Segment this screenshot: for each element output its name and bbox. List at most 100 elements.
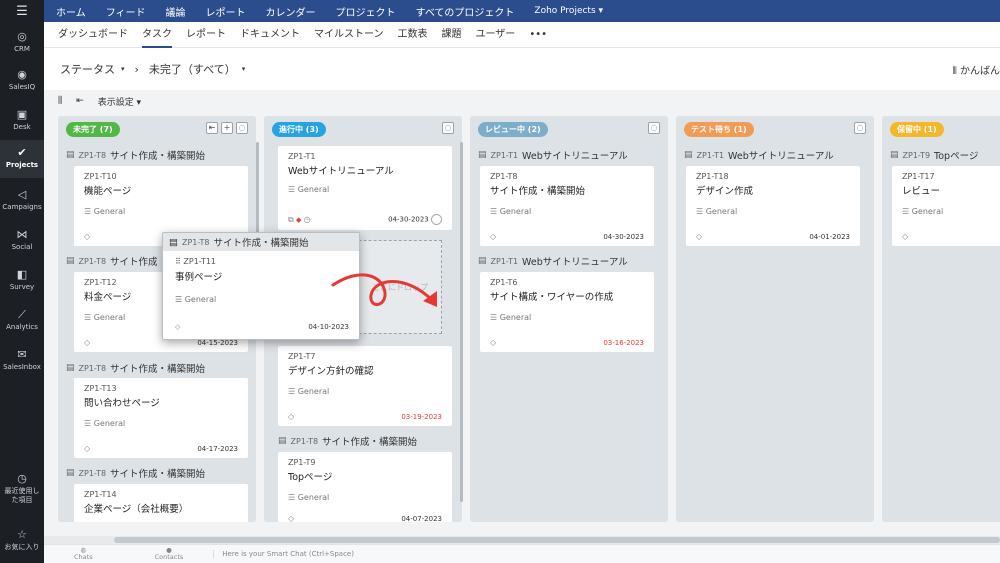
- tab-issues[interactable]: 課題: [442, 22, 462, 48]
- chevron-down-icon: ▾: [121, 65, 125, 73]
- tag-icon[interactable]: ◇: [490, 232, 496, 241]
- kanban-view-toggle[interactable]: ⫴ かんばん: [953, 62, 1000, 77]
- rail-item-projects[interactable]: ✔ Projects: [0, 140, 44, 178]
- topnav-home[interactable]: ホーム: [56, 4, 86, 19]
- column-label-on-hold: 保留中 (1): [890, 121, 944, 137]
- task-card[interactable]: ZP1-T17 レビュー ☰ General ◇: [892, 166, 1000, 246]
- rail-item-salesinbox[interactable]: ✉ SalesInbox: [0, 348, 44, 372]
- topnav-projects[interactable]: プロジェクト: [336, 4, 396, 19]
- tab-tasks[interactable]: タスク: [142, 22, 172, 48]
- task-card[interactable]: ZP1-T9 Topページ ☰ General ◇ 04-07-2023: [278, 452, 452, 522]
- rail-item-favorites[interactable]: ☆ お気に入り: [0, 528, 44, 552]
- tab-users[interactable]: ユーザー: [476, 22, 516, 48]
- collapse-icon[interactable]: ⇤: [76, 96, 84, 106]
- column-settings-icon[interactable]: ◌: [648, 122, 660, 134]
- display-settings-button[interactable]: 表示設定 ▾: [98, 95, 141, 108]
- task-card[interactable]: ZP1-T6 サイト構成・ワイヤーの作成 ☰ General ◇ 03-16-20…: [480, 272, 654, 352]
- task-card[interactable]: ZP1-T18 デザイン作成 ☰ General ◇ 04-01-2023: [686, 166, 860, 246]
- tab-timesheet[interactable]: 工数表: [398, 22, 428, 48]
- top-navigation: ホーム フィード 議論 レポート カレンダー プロジェクト すべてのプロジェクト…: [44, 0, 1000, 22]
- rail-item-survey[interactable]: ◧ Survey: [0, 268, 44, 292]
- tasklist-icon: ☰: [288, 387, 298, 396]
- column-settings-icon[interactable]: ◌: [236, 122, 248, 134]
- tag-icon[interactable]: ◇: [490, 338, 496, 347]
- project-tabs: ダッシュボード タスク レポート ドキュメント マイルストーン 工数表 課題 ユ…: [44, 22, 1000, 48]
- tag-icon[interactable]: ◇: [84, 232, 90, 241]
- subtask-icon[interactable]: ⧉: [288, 215, 294, 224]
- tasklist-icon: ☰: [84, 313, 94, 322]
- chats-button[interactable]: ◍ Chats: [74, 547, 93, 561]
- tasklist-icon: ☰: [288, 493, 298, 502]
- timer-icon[interactable]: ◷: [304, 215, 311, 224]
- column-settings-icon[interactable]: ◌: [854, 122, 866, 134]
- tab-milestones[interactable]: マイルストーン: [314, 22, 384, 48]
- smart-chat-input[interactable]: Here is your Smart Chat (Ctrl+Space): [213, 550, 354, 558]
- topnav-feed[interactable]: フィード: [106, 4, 146, 19]
- column-label-test: テスト待ち (1): [684, 121, 754, 137]
- task-group[interactable]: ▤ ZP1-T1 Webサイトリニューアル: [478, 254, 628, 268]
- tasklist-icon: ☰: [84, 419, 94, 428]
- task-group[interactable]: ▤ ZP1-T8 サイト作成・構築開始: [66, 148, 205, 162]
- menu-toggle-icon[interactable]: ☰: [0, 0, 44, 22]
- rail-item-campaigns[interactable]: ◁ Campaigns: [0, 188, 44, 212]
- view-filter[interactable]: 未完了（すべて）: [149, 61, 236, 77]
- task-card[interactable]: ZP1-T8 サイト作成・構築開始 ☰ General ◇ 04-30-2023: [480, 166, 654, 246]
- rail-item-recent[interactable]: ◷ 最近使用した項目: [0, 472, 44, 505]
- avatar[interactable]: [431, 214, 442, 225]
- task-group[interactable]: ▤ ZP1-T1 Webサイトリニューアル: [478, 148, 628, 162]
- portal-switcher[interactable]: Zoho Projects ▾: [534, 6, 603, 16]
- column-review: レビュー中 (2) ◌ ▤ ZP1-T1 Webサイトリニューアル ZP1-T8 サ…: [470, 116, 668, 522]
- task-card[interactable]: ZP1-T7 デザイン方針の確認 ☰ General ◇ 03-19-2023: [278, 346, 452, 426]
- tag-icon[interactable]: ◇: [288, 412, 294, 421]
- tag-icon[interactable]: ◇: [696, 232, 702, 241]
- star-icon: ☆: [17, 528, 27, 541]
- rail-item-desk[interactable]: ▣ Desk: [0, 108, 44, 132]
- rail-item-salesiq[interactable]: ◉ SalesIQ: [0, 68, 44, 92]
- tasklist-icon: ☰: [175, 295, 185, 304]
- bottom-bar: ◍ Chats ● Contacts Here is your Smart Chat…: [44, 544, 1000, 563]
- task-group[interactable]: ▤ ZP1-T8 サイト作成・構築開始: [66, 361, 205, 375]
- topnav-all-projects[interactable]: すべてのプロジェクト: [416, 4, 515, 19]
- tab-documents[interactable]: ドキュメント: [240, 22, 300, 48]
- task-group[interactable]: ▤ ZP1-T8 サイト作成・構築開始: [278, 434, 417, 448]
- task-group[interactable]: ▤ ZP1-T9 Topページ: [890, 148, 978, 162]
- clipboard-icon: ▤: [478, 150, 487, 160]
- rail-item-social[interactable]: ⋈ Social: [0, 228, 44, 252]
- clipboard-icon: ▤: [66, 256, 75, 266]
- tag-icon[interactable]: ◇: [288, 514, 294, 522]
- task-group[interactable]: ▤ ZP1-T8 サイト作成: [66, 254, 158, 268]
- status-filter[interactable]: ステータス: [60, 61, 115, 77]
- contacts-button[interactable]: ● Contacts: [155, 547, 184, 561]
- tag-icon[interactable]: ◇: [175, 323, 180, 331]
- tasklist-icon: ☰: [902, 207, 912, 216]
- tag-icon[interactable]: ◇: [84, 338, 90, 347]
- tasklist-icon: ☰: [288, 185, 298, 194]
- column-settings-icon[interactable]: ◌: [442, 122, 454, 134]
- collapse-column-icon[interactable]: ⇤: [206, 122, 218, 134]
- topnav-discussions[interactable]: 議論: [166, 4, 186, 19]
- tab-dashboard[interactable]: ダッシュボード: [58, 22, 128, 48]
- rail-item-analytics[interactable]: ⟋ Analytics: [0, 308, 44, 332]
- chevron-down-icon: ▾: [241, 65, 246, 73]
- topnav-reports[interactable]: レポート: [206, 4, 246, 19]
- tag-icon[interactable]: ◇: [84, 444, 90, 453]
- columns-icon[interactable]: ⫼: [58, 96, 62, 106]
- tag-icon[interactable]: ◇: [902, 232, 908, 241]
- filter-bar: ステータス ▾ › 未完了（すべて） ▾ ⫴ かんばん: [44, 48, 1000, 90]
- task-group[interactable]: ▤ ZP1-T8 サイト作成・構築開始: [66, 466, 205, 480]
- task-card[interactable]: ZP1-T13 問い合わせページ ☰ General ◇ 04-17-2023: [74, 378, 248, 458]
- more-tabs-button[interactable]: •••: [529, 22, 547, 48]
- tab-reports[interactable]: レポート: [186, 22, 226, 48]
- task-card[interactable]: ZP1-T1 Webサイトリニューアル ☰ General ⧉ ◆ ◷ 04-30…: [278, 146, 452, 230]
- rail-item-crm[interactable]: ◎ CRM: [0, 30, 44, 54]
- column-scrollbar[interactable]: [460, 142, 463, 502]
- board-toolbar: ⫼ ⇤ 表示設定 ▾: [44, 90, 1000, 112]
- board-horizontal-scrollbar[interactable]: [44, 536, 1000, 544]
- tasklist-icon: ☰: [490, 207, 500, 216]
- topnav-calendar[interactable]: カレンダー: [266, 4, 316, 19]
- task-group[interactable]: ▤ ZP1-T1 Webサイトリニューアル: [684, 148, 834, 162]
- add-task-icon[interactable]: +: [221, 122, 233, 134]
- task-card[interactable]: ZP1-T14 企業ページ（会社概要）: [74, 484, 248, 522]
- campaigns-icon: ◁: [17, 188, 27, 201]
- clipboard-icon: ▤: [478, 256, 487, 266]
